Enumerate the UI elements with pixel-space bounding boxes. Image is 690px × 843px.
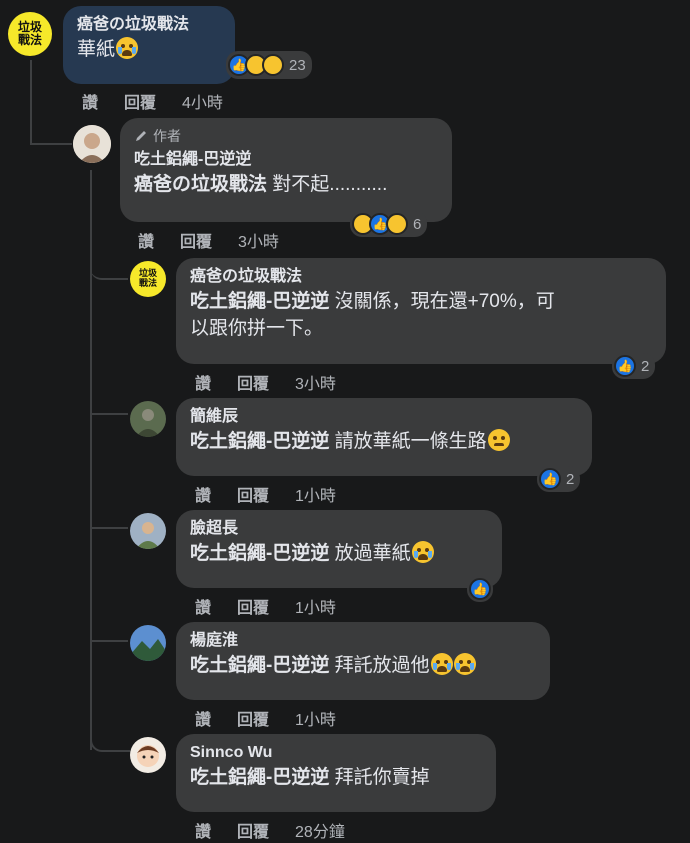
comment-actions: 讚 回覆 4小時: [82, 89, 223, 113]
thread-branch: [90, 413, 128, 415]
comment-time[interactable]: 1小時: [295, 706, 336, 730]
like-reaction-icon: 👍: [539, 468, 561, 490]
author-badge: 作者: [134, 126, 438, 146]
comment-bubble: 臉超長 吃土鋁繩-巴逆逆 放過華紙: [176, 510, 502, 588]
comment-text: 吃土鋁繩-巴逆逆 拜託放過他: [190, 652, 536, 679]
reply-button[interactable]: 回覆: [180, 228, 212, 252]
comment-text: 癌爸の垃圾戰法 對不起...........: [134, 174, 388, 195]
landscape-icon: [130, 625, 166, 661]
reaction-count: 2: [566, 470, 575, 488]
comment-time[interactable]: 28分鐘: [295, 818, 345, 842]
reply-button[interactable]: 回覆: [237, 482, 269, 506]
comment-author[interactable]: 癌爸の垃圾戰法: [190, 266, 652, 288]
like-button[interactable]: 讚: [195, 706, 211, 730]
like-button[interactable]: 讚: [195, 818, 211, 842]
mention-link[interactable]: 吃土鋁繩-巴逆逆: [190, 767, 329, 788]
thread-branch: [90, 728, 130, 752]
comment-author[interactable]: 簡維辰: [190, 406, 578, 428]
comment-bubble: 楊庭淮 吃土鋁繩-巴逆逆 拜託放過他: [176, 622, 550, 700]
avatar[interactable]: [73, 125, 111, 163]
reply-button[interactable]: 回覆: [237, 818, 269, 842]
reply-button[interactable]: 回覆: [237, 594, 269, 618]
mention-link[interactable]: 吃土鋁繩-巴逆逆: [190, 655, 329, 676]
avatar[interactable]: 垃圾 戰法: [8, 12, 52, 56]
comment-text: 吃土鋁繩-巴逆逆 請放華紙一條生路: [190, 428, 578, 455]
crying-face-icon: [430, 653, 453, 675]
person-icon: [73, 125, 111, 163]
comment-author[interactable]: 臉超長: [190, 518, 488, 540]
comment-text: 吃土鋁繩-巴逆逆 拜託你賣掉: [190, 767, 430, 788]
comment-bubble: Sinnco Wu 吃土鋁繩-巴逆逆 拜託你賣掉: [176, 734, 496, 812]
comment-bubble: 癌爸の垃圾戰法 吃土鋁繩-巴逆逆 沒關係，現在還+70%，可 以跟你拼一下。: [176, 258, 666, 364]
avatar[interactable]: [130, 401, 166, 437]
comment-bubble: 癌爸の垃圾戰法 華紙: [63, 6, 235, 84]
comment-author[interactable]: Sinnco Wu: [190, 742, 482, 764]
sad-reaction-icon: [262, 54, 284, 76]
comment-actions: 讚 回覆 3小時: [138, 228, 279, 252]
sad-reaction-icon: [386, 213, 408, 235]
reaction-count: 23: [289, 56, 306, 74]
comment-time[interactable]: 3小時: [238, 228, 279, 252]
comment-time[interactable]: 3小時: [295, 370, 336, 394]
thread-branch: [90, 640, 128, 642]
comment-bubble: 簡維辰 吃土鋁繩-巴逆逆 請放華紙一條生路: [176, 398, 592, 476]
crying-face-icon: [453, 653, 476, 675]
mention-link[interactable]: 吃土鋁繩-巴逆逆: [190, 291, 329, 312]
crying-face-icon: [116, 37, 139, 59]
comment-author[interactable]: 癌爸の垃圾戰法: [77, 14, 221, 36]
comment-text-continued: 以跟你拼一下。: [190, 318, 324, 339]
thread-branch: [90, 256, 128, 280]
comment-actions: 讚 回覆 1小時: [195, 706, 336, 730]
reply-button[interactable]: 回覆: [237, 706, 269, 730]
like-button[interactable]: 讚: [195, 482, 211, 506]
comment-text: 吃土鋁繩-巴逆逆 放過華紙: [190, 540, 488, 567]
reply-button[interactable]: 回覆: [237, 370, 269, 394]
comment-author[interactable]: 吃土鋁繩-巴逆逆: [134, 149, 438, 171]
person-icon: [130, 513, 166, 549]
person-icon: [130, 401, 166, 437]
like-reaction-icon: 👍: [469, 578, 491, 600]
like-button[interactable]: 讚: [138, 228, 154, 252]
reaction-summary[interactable]: 👍: [467, 576, 493, 602]
comment-text: 吃土鋁繩-巴逆逆 沒關係，現在還+70%，可: [190, 291, 555, 312]
avatar[interactable]: 垃圾 戰法: [130, 261, 166, 297]
mention-link[interactable]: 吃土鋁繩-巴逆逆: [190, 431, 329, 452]
comment-bubble: 作者 吃土鋁繩-巴逆逆 癌爸の垃圾戰法 對不起...........: [120, 118, 452, 222]
avatar[interactable]: [130, 513, 166, 549]
like-button[interactable]: 讚: [195, 370, 211, 394]
comment-time[interactable]: 1小時: [295, 594, 336, 618]
mention-link[interactable]: 癌爸の垃圾戰法: [134, 174, 267, 195]
reaction-summary[interactable]: 👍 2: [612, 353, 656, 379]
comment-actions: 讚 回覆 1小時: [195, 482, 336, 506]
comment-actions: 讚 回覆 1小時: [195, 594, 336, 618]
reaction-count: 6: [413, 215, 422, 233]
crying-face-icon: [411, 541, 434, 563]
like-reaction-icon: 👍: [614, 355, 636, 377]
comment-author[interactable]: 楊庭淮: [190, 630, 536, 652]
thread-branch: [90, 527, 128, 529]
comment-time[interactable]: 1小時: [295, 482, 336, 506]
comment-actions: 讚 回覆 28分鐘: [195, 818, 345, 842]
like-button[interactable]: 讚: [195, 594, 211, 618]
mention-link[interactable]: 吃土鋁繩-巴逆逆: [190, 543, 329, 564]
reaction-summary[interactable]: 👍 23: [226, 51, 312, 79]
reaction-summary[interactable]: 👍 2: [537, 466, 581, 492]
comment-actions: 讚 回覆 3小時: [195, 370, 336, 394]
reply-button[interactable]: 回覆: [124, 89, 156, 113]
comment-text: 華紙: [77, 36, 221, 63]
pencil-icon: [136, 131, 146, 141]
avatar[interactable]: [130, 625, 166, 661]
reaction-count: 2: [641, 357, 650, 375]
comment-thread: 垃圾 戰法 癌爸の垃圾戰法 華紙 👍 23 讚 回覆 4小時 作者 吃土鋁繩-巴逆…: [0, 0, 690, 843]
like-button[interactable]: 讚: [82, 89, 98, 113]
avatar[interactable]: [130, 737, 166, 773]
thread-connector: [30, 143, 72, 145]
thread-line-main: [30, 60, 32, 144]
reaction-summary[interactable]: 👍 6: [350, 211, 428, 237]
woozy-face-icon: [487, 429, 510, 451]
comment-time[interactable]: 4小時: [182, 89, 223, 113]
cartoon-face-icon: [130, 737, 166, 773]
